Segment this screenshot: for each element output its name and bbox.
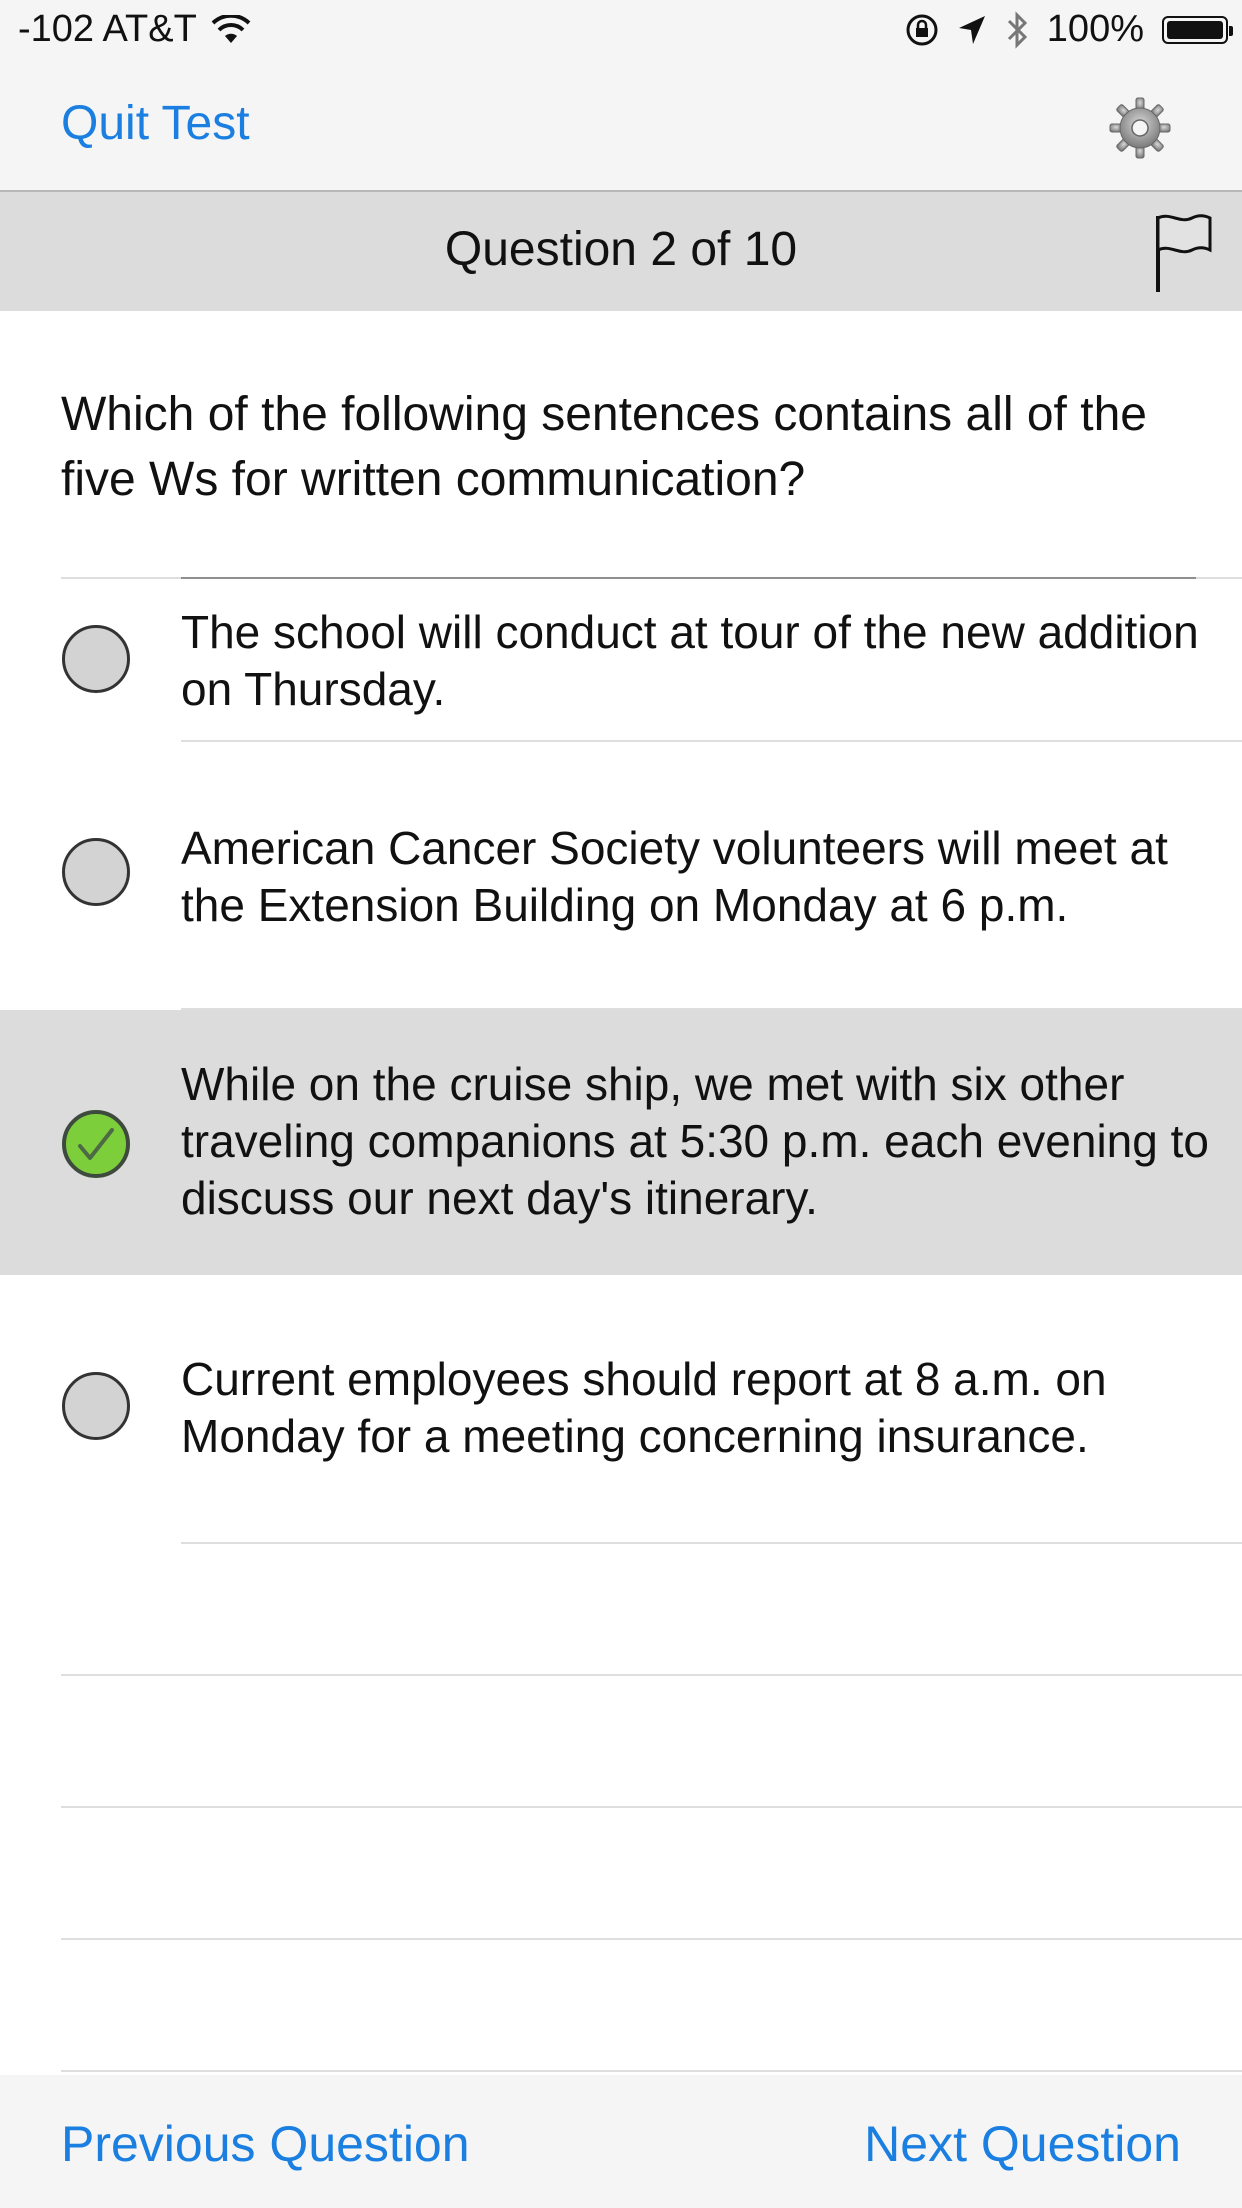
separator (61, 2070, 1242, 2072)
answer-option-2[interactable]: American Cancer Society volunteers will … (0, 742, 1242, 1008)
bluetooth-icon (1007, 10, 1027, 49)
status-right: 100% (905, 8, 1233, 51)
carrier-label: -102 AT&T (18, 8, 197, 50)
answer-option-3[interactable]: While on the cruise ship, we met with si… (0, 1010, 1242, 1275)
status-left: -102 AT&T (18, 8, 251, 51)
separator (61, 1674, 1242, 1676)
answer-text: The school will conduct at tour of the n… (181, 606, 1199, 715)
gear-icon[interactable] (1108, 96, 1172, 160)
separator (61, 1938, 1242, 1940)
question-text: Which of the following sentences contain… (61, 388, 1147, 506)
answer-option-1[interactable]: The school will conduct at tour of the n… (0, 579, 1242, 740)
radio-button[interactable] (62, 838, 130, 906)
answer-option-4[interactable]: Current employees should report at 8 a.m… (0, 1275, 1242, 1542)
battery-percent: 100% (1046, 8, 1144, 50)
location-arrow-icon (958, 15, 985, 44)
radio-button-checked[interactable] (62, 1110, 130, 1178)
checkmark-icon (78, 1128, 114, 1160)
answer-text: Current employees should report at 8 a.m… (181, 1353, 1107, 1462)
separator (61, 1806, 1242, 1808)
question-header: Question 2 of 10 (0, 192, 1242, 311)
flag-icon[interactable] (1152, 212, 1214, 294)
bottom-toolbar: Previous Question Next Question (0, 2075, 1242, 2208)
radio-button[interactable] (62, 625, 130, 693)
wifi-icon (211, 14, 251, 43)
answer-text: American Cancer Society volunteers will … (181, 822, 1168, 931)
answer-text: While on the cruise ship, we met with si… (181, 1058, 1209, 1224)
separator (181, 1542, 1242, 1544)
orientation-lock-icon (906, 14, 938, 45)
nav-bar: Quit Test (0, 62, 1242, 192)
previous-question-button[interactable]: Previous Question (61, 2115, 470, 2173)
next-question-button[interactable]: Next Question (864, 2115, 1181, 2173)
status-bar: -102 AT&T 100% (0, 0, 1242, 62)
question-counter: Question 2 of 10 (444, 223, 798, 276)
quit-test-button[interactable]: Quit Test (61, 96, 250, 151)
battery-icon (1162, 15, 1233, 44)
radio-button[interactable] (62, 1372, 130, 1440)
